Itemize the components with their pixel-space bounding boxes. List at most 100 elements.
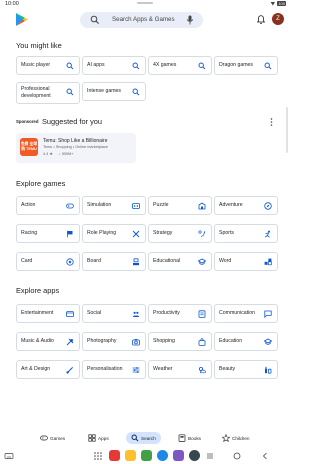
card-icon — [66, 258, 74, 266]
people-icon — [132, 311, 140, 317]
home-icon[interactable] — [232, 451, 242, 461]
nav-search[interactable]: Search — [126, 432, 161, 444]
sliders-icon — [132, 367, 140, 373]
chat-icon — [264, 310, 272, 318]
category-music-audio[interactable]: Music & Audio — [16, 332, 80, 351]
bottom-navigation: Games Apps Search Books Children — [0, 431, 290, 446]
section-title-explore-games: Explore games — [16, 179, 66, 188]
controller-icon — [66, 203, 74, 209]
suggestion-chip[interactable]: 4X games — [148, 56, 212, 75]
category-simulation[interactable]: Simulation — [82, 196, 146, 215]
search-icon — [132, 88, 140, 96]
chip-label: Professional development — [21, 86, 51, 99]
suggestion-chip[interactable]: Music player — [16, 56, 80, 75]
status-time: 10:00 — [5, 1, 19, 7]
category-education[interactable]: Education — [214, 332, 278, 351]
suggestion-chip[interactable]: Intense games — [82, 82, 146, 101]
productivity-icon — [198, 310, 206, 318]
nav-children[interactable]: Children — [222, 432, 249, 444]
more-options-icon[interactable] — [270, 118, 273, 126]
dock-app-icon[interactable] — [189, 450, 200, 461]
category-sports[interactable]: Sports — [214, 224, 278, 243]
scrollbar[interactable] — [286, 107, 288, 153]
category-label: Education — [219, 338, 243, 344]
category-art-design[interactable]: Art & Design — [16, 360, 80, 379]
category-photography[interactable]: Photography — [82, 332, 146, 351]
category-word[interactable]: Word — [214, 252, 278, 271]
notification-bell-icon[interactable] — [257, 15, 265, 24]
nav-games[interactable]: Games — [40, 432, 65, 444]
category-communication[interactable]: Communication — [214, 304, 278, 323]
category-label: Card — [21, 258, 33, 264]
category-card[interactable]: Card — [16, 252, 80, 271]
status-icons: 100 — [270, 1, 286, 6]
category-social[interactable]: Social — [82, 304, 146, 323]
sports-icon — [264, 230, 270, 238]
chip-label: Music player — [21, 62, 51, 68]
category-beauty[interactable]: Beauty — [214, 360, 278, 379]
category-entertainment[interactable]: Entertainment — [16, 304, 80, 323]
app-drawer-icon[interactable] — [93, 451, 103, 461]
dock-app-icon[interactable] — [141, 450, 152, 461]
category-board[interactable]: Board — [82, 252, 146, 271]
sponsored-header: Sponsored Suggested for you — [16, 117, 274, 127]
category-label: Personalisation — [87, 366, 123, 372]
app-rating: 4.4 ★ ↓ 500M+ — [43, 151, 74, 156]
search-bar[interactable]: Search Apps & Games — [80, 12, 203, 28]
category-label: Adventure — [219, 202, 243, 208]
category-personalisation[interactable]: Personalisation — [82, 360, 146, 379]
chip-label: Intense games — [87, 88, 122, 94]
search-icon — [66, 62, 74, 70]
dock-app-icon[interactable] — [157, 450, 168, 461]
category-label: Educational — [153, 258, 181, 264]
dock-app-icon[interactable] — [125, 450, 136, 461]
keyboard-icon[interactable] — [4, 451, 14, 461]
search-icon — [90, 15, 99, 24]
children-icon — [222, 434, 230, 442]
chip-label: AI apps — [87, 62, 105, 68]
battery-icon: 100 — [277, 1, 286, 6]
apps-icon — [88, 434, 96, 442]
games-icon — [40, 435, 48, 441]
dock-app-icon[interactable] — [109, 450, 120, 461]
category-weather[interactable]: Weather — [148, 360, 212, 379]
nav-apps[interactable]: Apps — [88, 432, 109, 444]
app-title: Temu: Shop Like a Billionaire — [43, 138, 108, 144]
status-bar: 10:00 100 — [0, 0, 290, 9]
dock-app-icon[interactable] — [173, 450, 184, 461]
sponsored-app-card[interactable]: 免费 全球购 TEMU Temu: Shop Like a Billionair… — [16, 133, 136, 163]
category-puzzle[interactable]: Puzzle — [148, 196, 212, 215]
category-label: Action — [21, 202, 36, 208]
microphone-icon[interactable] — [186, 15, 194, 25]
system-navigation-bar — [0, 447, 290, 464]
category-racing[interactable]: Racing — [16, 224, 80, 243]
suggestion-chip[interactable]: AI apps — [82, 56, 146, 75]
category-role-playing[interactable]: Role Playing — [82, 224, 146, 243]
section-title-suggested: Suggested for you — [42, 117, 102, 126]
category-strategy[interactable]: Strategy — [148, 224, 212, 243]
back-icon[interactable] — [260, 451, 270, 461]
category-productivity[interactable]: Productivity — [148, 304, 212, 323]
suggestion-chip[interactable]: Professional development — [16, 82, 80, 104]
category-educational[interactable]: Educational — [148, 252, 212, 271]
search-icon — [132, 62, 140, 70]
nav-label: Games — [50, 435, 66, 441]
suggestion-chip[interactable]: Dragon games — [214, 56, 278, 75]
category-label: Puzzle — [153, 202, 169, 208]
school-icon — [198, 258, 206, 265]
nav-books[interactable]: Books — [178, 432, 201, 444]
recent-apps-icon[interactable] — [205, 451, 215, 461]
category-label: Productivity — [153, 310, 180, 316]
category-label: Board — [87, 258, 101, 264]
nav-label: Search — [141, 435, 156, 441]
category-label: Role Playing — [87, 230, 117, 236]
search-icon — [66, 88, 74, 96]
chip-label: 4X games — [153, 62, 177, 68]
books-icon — [178, 434, 186, 442]
brush-icon — [66, 367, 73, 374]
avatar[interactable]: Z — [272, 13, 284, 25]
category-shopping[interactable]: Shopping — [148, 332, 212, 351]
category-label: Word — [219, 258, 232, 264]
category-adventure[interactable]: Adventure — [214, 196, 278, 215]
category-action[interactable]: Action — [16, 196, 80, 215]
